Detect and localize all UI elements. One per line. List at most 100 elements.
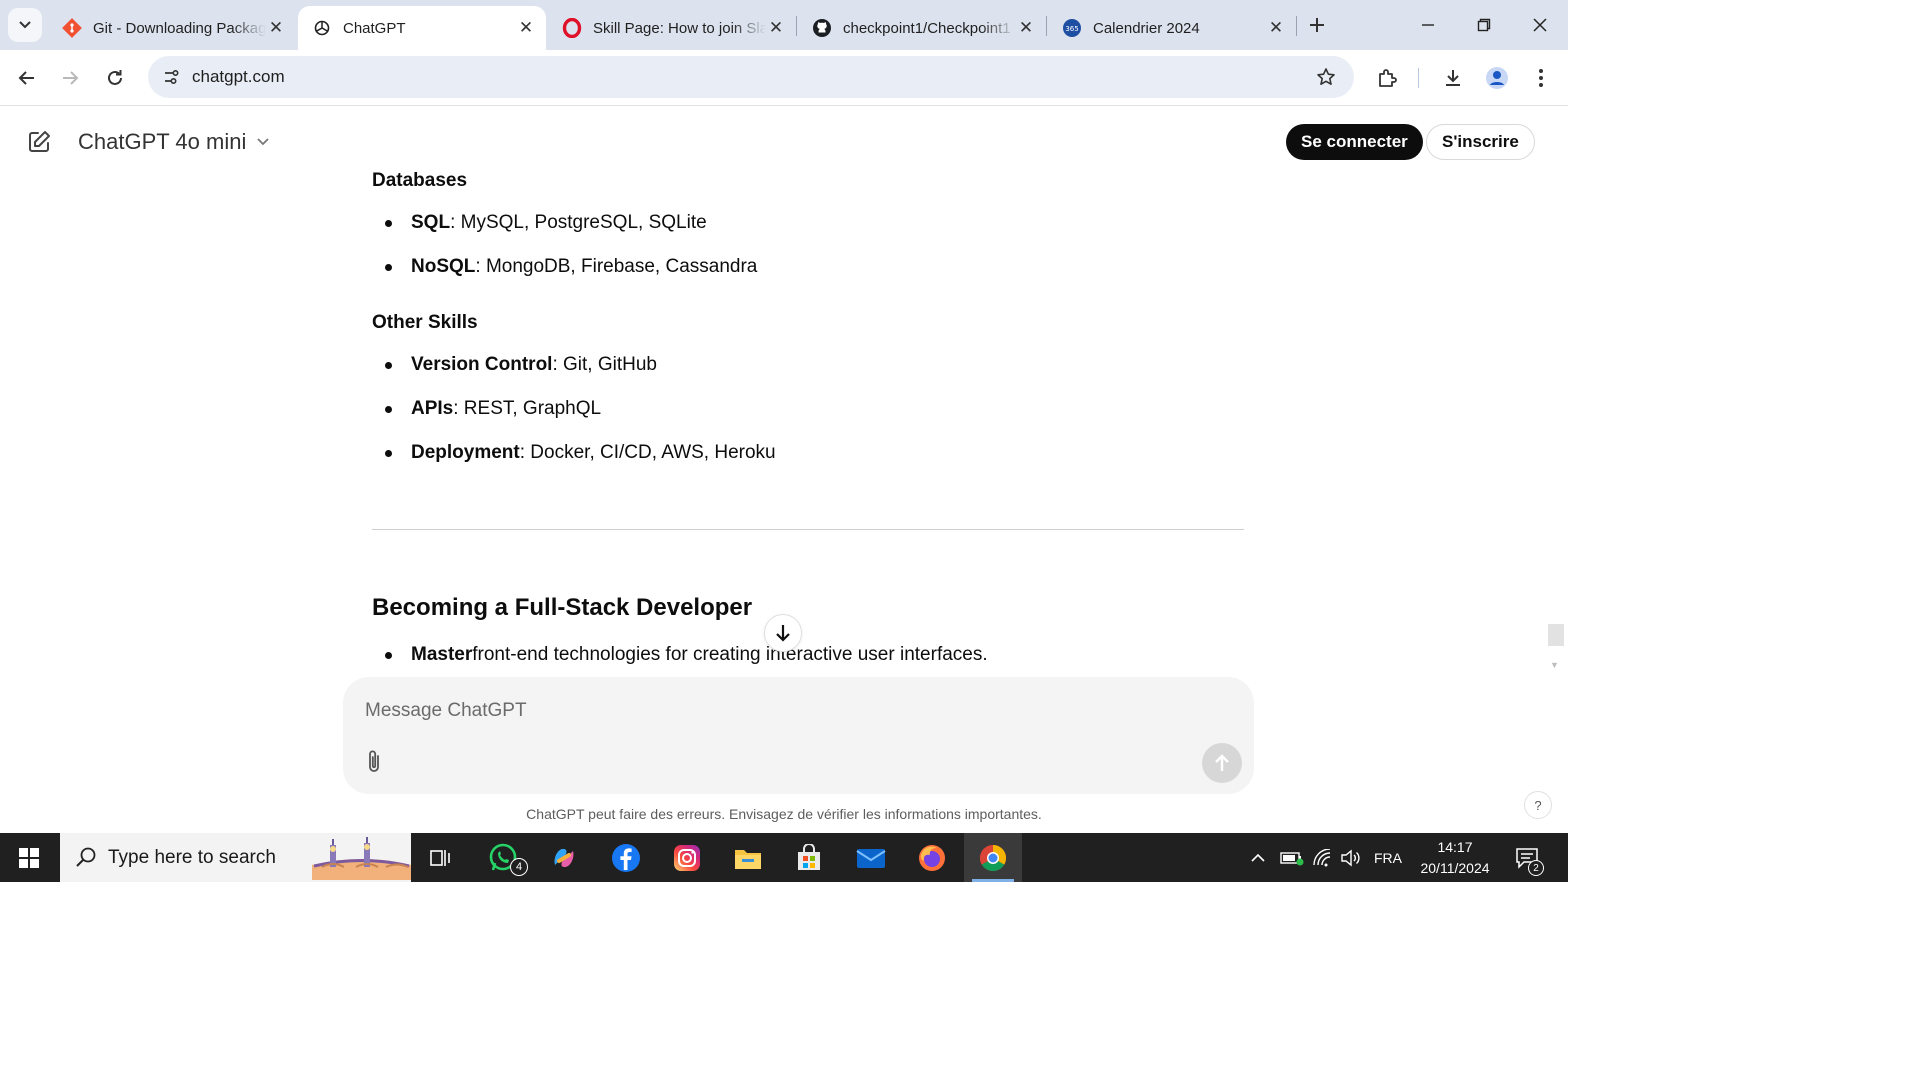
signup-button[interactable]: S'inscrire bbox=[1426, 124, 1535, 160]
taskbar-mail[interactable] bbox=[842, 833, 900, 882]
minimize-button[interactable] bbox=[1400, 0, 1456, 50]
input-language[interactable]: FRA bbox=[1374, 833, 1402, 882]
notification-count-badge: 2 bbox=[1528, 860, 1544, 876]
restore-button[interactable] bbox=[1456, 0, 1512, 50]
tab-separator bbox=[1046, 16, 1047, 36]
forward-button[interactable] bbox=[52, 60, 88, 96]
list-item: Version Control: Git, GitHub bbox=[372, 354, 657, 376]
scrollbar-down-arrow-icon[interactable]: ▼ bbox=[1550, 660, 1559, 670]
tab-separator bbox=[1296, 16, 1297, 36]
tab-search-button[interactable] bbox=[8, 8, 42, 42]
tab-title: Git - Downloading Package bbox=[93, 19, 266, 37]
back-button[interactable] bbox=[9, 60, 45, 96]
list-item: NoSQL: MongoDB, Firebase, Cassandra bbox=[372, 256, 757, 278]
list-item: Deployment: Docker, CI/CD, AWS, Heroku bbox=[372, 442, 776, 464]
taskbar-whatsapp[interactable]: 4 bbox=[474, 833, 532, 882]
chatgpt-header: ChatGPT 4o mini Se connecter S'inscrire bbox=[0, 107, 1568, 177]
wifi-status[interactable] bbox=[1312, 833, 1334, 882]
page-scrollbar-thumb[interactable] bbox=[1548, 624, 1564, 646]
list-item-text: front-end technologies for creating inte… bbox=[472, 644, 988, 665]
tab-calendrier[interactable]: 365 Calendrier 2024 ✕ bbox=[1048, 6, 1296, 50]
tab-chatgpt[interactable]: ChatGPT ✕ bbox=[298, 6, 546, 50]
battery-status[interactable] bbox=[1280, 833, 1304, 882]
task-view-button[interactable] bbox=[412, 833, 470, 882]
volume-control[interactable] bbox=[1340, 833, 1362, 882]
search-placeholder: Type here to search bbox=[108, 847, 276, 868]
tab-github[interactable]: checkpoint1/Checkpoint1 ✕ bbox=[798, 6, 1046, 50]
facebook-icon bbox=[612, 843, 640, 872]
close-window-button[interactable] bbox=[1512, 0, 1568, 50]
attach-file-button[interactable] bbox=[361, 747, 387, 777]
extensions-button[interactable] bbox=[1372, 63, 1402, 93]
list-item: SQL: MySQL, PostgreSQL, SQLite bbox=[372, 212, 707, 234]
list-item: Master front-end technologies for creati… bbox=[372, 644, 988, 666]
github-icon bbox=[812, 18, 832, 38]
store-icon bbox=[798, 843, 820, 870]
list-item-term: APIs bbox=[411, 398, 454, 419]
taskbar-file-explorer[interactable] bbox=[719, 833, 777, 882]
section-title: Becoming a Full-Stack Developer bbox=[372, 594, 753, 621]
url-text: chatgpt.com bbox=[192, 67, 285, 86]
instagram-icon bbox=[674, 844, 700, 871]
new-tab-button[interactable] bbox=[1303, 11, 1331, 39]
arrow-down-icon bbox=[776, 625, 790, 642]
close-icon[interactable]: ✕ bbox=[1016, 18, 1036, 38]
tab-skill-page[interactable]: Skill Page: How to join Slack ✕ bbox=[548, 6, 796, 50]
list-item-text: : MongoDB, Firebase, Cassandra bbox=[475, 256, 758, 277]
arrow-right-icon bbox=[63, 71, 79, 85]
close-icon[interactable]: ✕ bbox=[516, 18, 536, 38]
clock-date: 20/11/2024 bbox=[1420, 860, 1490, 876]
mail-icon bbox=[856, 848, 886, 868]
tab-title: ChatGPT bbox=[343, 19, 406, 37]
bookmark-star-icon[interactable] bbox=[1314, 65, 1338, 89]
clock-time: 14:17 bbox=[1437, 839, 1473, 855]
model-selector[interactable]: ChatGPT 4o mini bbox=[78, 129, 270, 155]
show-hidden-icons-button[interactable] bbox=[1250, 833, 1266, 882]
message-input[interactable]: Message ChatGPT bbox=[365, 700, 527, 722]
close-icon bbox=[1533, 18, 1547, 32]
start-button[interactable] bbox=[0, 833, 58, 882]
downloads-button[interactable] bbox=[1438, 63, 1468, 93]
help-button[interactable]: ? bbox=[1524, 791, 1552, 819]
taskbar-firefox[interactable] bbox=[903, 833, 961, 882]
reload-button[interactable] bbox=[97, 60, 133, 96]
address-bar[interactable]: chatgpt.com bbox=[148, 56, 1354, 98]
list-item-term: Version Control bbox=[411, 354, 553, 375]
profile-button[interactable] bbox=[1482, 63, 1512, 93]
taskbar-search-box[interactable]: Type here to search bbox=[60, 833, 411, 882]
close-icon[interactable]: ✕ bbox=[766, 18, 786, 38]
chevron-up-icon bbox=[1251, 853, 1265, 862]
list-item-term: NoSQL bbox=[411, 256, 476, 277]
close-icon[interactable]: ✕ bbox=[266, 18, 286, 38]
taskbar-microsoft-store[interactable] bbox=[780, 833, 838, 882]
tab-title: Calendrier 2024 bbox=[1093, 19, 1200, 37]
bullet-dot bbox=[385, 449, 392, 457]
taskbar-instagram[interactable] bbox=[658, 833, 716, 882]
chrome-icon bbox=[979, 844, 1007, 871]
scroll-to-bottom-button[interactable] bbox=[764, 614, 802, 652]
send-button[interactable] bbox=[1202, 743, 1242, 783]
taskbar-chrome[interactable] bbox=[964, 833, 1022, 882]
bullet-dot bbox=[385, 219, 392, 227]
tab-git[interactable]: Git - Downloading Package ✕ bbox=[48, 6, 296, 50]
avatar-icon bbox=[1486, 67, 1508, 89]
system-clock[interactable]: 14:17 20/11/2024 bbox=[1408, 837, 1502, 879]
minimize-icon bbox=[1422, 24, 1434, 26]
site-info-icon[interactable] bbox=[158, 64, 184, 90]
close-icon[interactable]: ✕ bbox=[1266, 18, 1286, 38]
kebab-menu-icon bbox=[1539, 69, 1543, 87]
paperclip-icon bbox=[369, 750, 379, 772]
login-button[interactable]: Se connecter bbox=[1286, 124, 1423, 160]
section-heading: Other Skills bbox=[372, 312, 478, 333]
battery-icon bbox=[1280, 851, 1304, 865]
new-chat-button[interactable] bbox=[24, 127, 54, 157]
taskbar-copilot[interactable] bbox=[535, 833, 593, 882]
puzzle-icon bbox=[1379, 69, 1397, 87]
taskbar-facebook[interactable] bbox=[597, 833, 655, 882]
browser-menu-button[interactable] bbox=[1526, 63, 1556, 93]
wifi-icon bbox=[1313, 848, 1331, 866]
arrow-up-icon bbox=[1215, 754, 1229, 771]
bullet-dot bbox=[385, 361, 392, 369]
browser-tab-strip: Git - Downloading Package ✕ ChatGPT ✕ Sk… bbox=[0, 0, 1568, 50]
svg-text:365: 365 bbox=[1065, 25, 1078, 33]
